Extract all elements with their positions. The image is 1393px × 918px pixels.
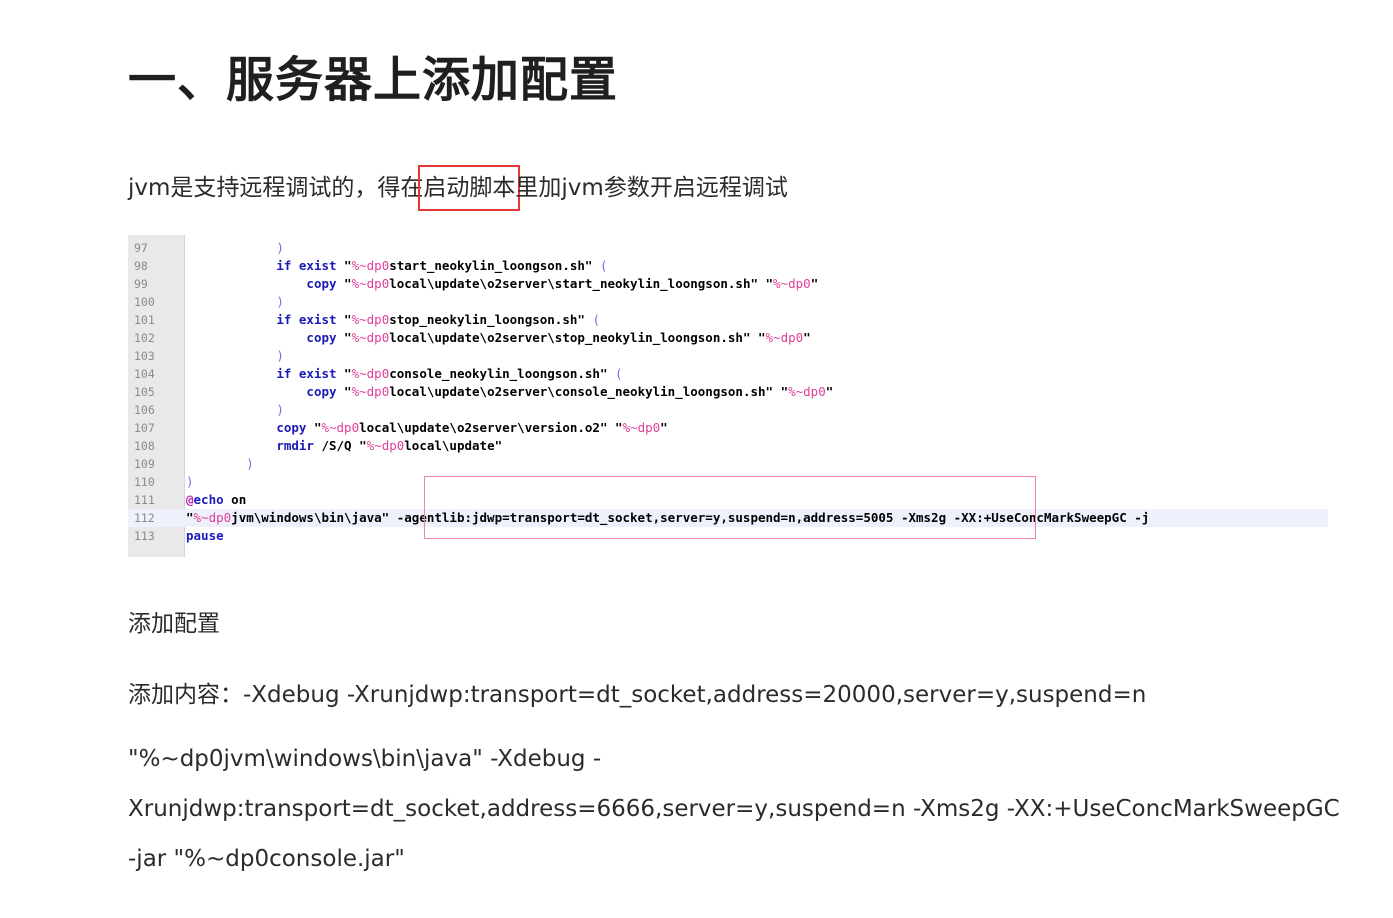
code-line: 109 ) xyxy=(128,455,1328,473)
line-number: 100 xyxy=(134,295,155,309)
line-code: rmdir /S/Q "%~dp0local\update" xyxy=(276,438,503,453)
command-line-2: Xrunjdwp:transport=dt_socket,address=666… xyxy=(128,796,1340,822)
intro-paragraph: jvm是支持远程调试的，得在启动脚本里加jvm参数开启远程调试 xyxy=(128,165,788,211)
code-line: 103 ) xyxy=(128,347,1328,365)
code-line: 104 if exist "%~dp0console_neokylin_loon… xyxy=(128,365,1328,383)
line-number: 98 xyxy=(134,259,148,273)
code-line: 105 copy "%~dp0local\update\o2server\con… xyxy=(128,383,1328,401)
line-number: 104 xyxy=(134,367,155,381)
line-number: 109 xyxy=(134,457,155,471)
line-code: pause xyxy=(186,528,224,543)
line-code: if exist "%~dp0stop_neokylin_loongson.sh… xyxy=(276,312,600,327)
line-code: ) xyxy=(276,402,284,417)
line-number: 97 xyxy=(134,241,148,255)
code-line: 98 if exist "%~dp0start_neokylin_loongso… xyxy=(128,257,1328,275)
intro-text-after: 里加jvm参数开启远程调试 xyxy=(515,175,788,201)
section-label: 添加配置 xyxy=(128,611,220,637)
highlighted-term: 启动脚本 xyxy=(418,165,521,211)
line-code: if exist "%~dp0console_neokylin_loongson… xyxy=(276,366,623,381)
line-number: 110 xyxy=(134,475,155,489)
line-number: 103 xyxy=(134,349,155,363)
line-code: ) xyxy=(276,240,284,255)
command-line-1: "%~dp0jvm\windows\bin\java" -Xdebug - xyxy=(128,746,602,772)
code-line: 97 ) xyxy=(128,239,1328,257)
intro-text-before: jvm是支持远程调试的，得在 xyxy=(128,175,424,201)
code-line: 108 rmdir /S/Q "%~dp0local\update" xyxy=(128,437,1328,455)
add-content-paragraph: 添加内容：-Xdebug -Xrunjdwp:transport=dt_sock… xyxy=(128,682,1147,708)
command-line-3: -jar "%~dp0console.jar" xyxy=(128,846,405,872)
line-code: ) xyxy=(246,456,254,471)
page-title: 一、服务器上添加配置 xyxy=(128,52,619,108)
line-number: 108 xyxy=(134,439,155,453)
code-line: 102 copy "%~dp0local\update\o2server\sto… xyxy=(128,329,1328,347)
line-code: copy "%~dp0local\update\o2server\console… xyxy=(306,384,834,399)
line-number: 106 xyxy=(134,403,155,417)
line-code: if exist "%~dp0start_neokylin_loongson.s… xyxy=(276,258,608,273)
code-highlight-box xyxy=(424,476,1036,539)
line-code: ) xyxy=(186,474,194,489)
line-number: 111 xyxy=(134,493,155,507)
code-line: 101 if exist "%~dp0stop_neokylin_loongso… xyxy=(128,311,1328,329)
line-code: copy "%~dp0local\update\o2server\stop_ne… xyxy=(306,330,811,345)
code-screenshot: 97 ) 98 if exist "%~dp0start_neokylin_loo… xyxy=(128,235,1328,557)
line-code: copy "%~dp0local\update\o2server\start_n… xyxy=(306,276,819,291)
code-line: 99 copy "%~dp0local\update\o2server\star… xyxy=(128,275,1328,293)
line-code: copy "%~dp0local\update\o2server\version… xyxy=(276,420,668,435)
line-code: ) xyxy=(276,348,284,363)
code-line: 107 copy "%~dp0local\update\o2server\ver… xyxy=(128,419,1328,437)
code-line: 100 ) xyxy=(128,293,1328,311)
line-number: 101 xyxy=(134,313,155,327)
line-number: 107 xyxy=(134,421,155,435)
line-number: 112 xyxy=(134,511,155,525)
line-code: ) xyxy=(276,294,284,309)
line-number: 105 xyxy=(134,385,155,399)
line-number: 102 xyxy=(134,331,155,345)
line-code: @echo on xyxy=(186,492,247,507)
code-line: 106 ) xyxy=(128,401,1328,419)
line-number: 113 xyxy=(134,529,155,543)
line-number: 99 xyxy=(134,277,148,291)
